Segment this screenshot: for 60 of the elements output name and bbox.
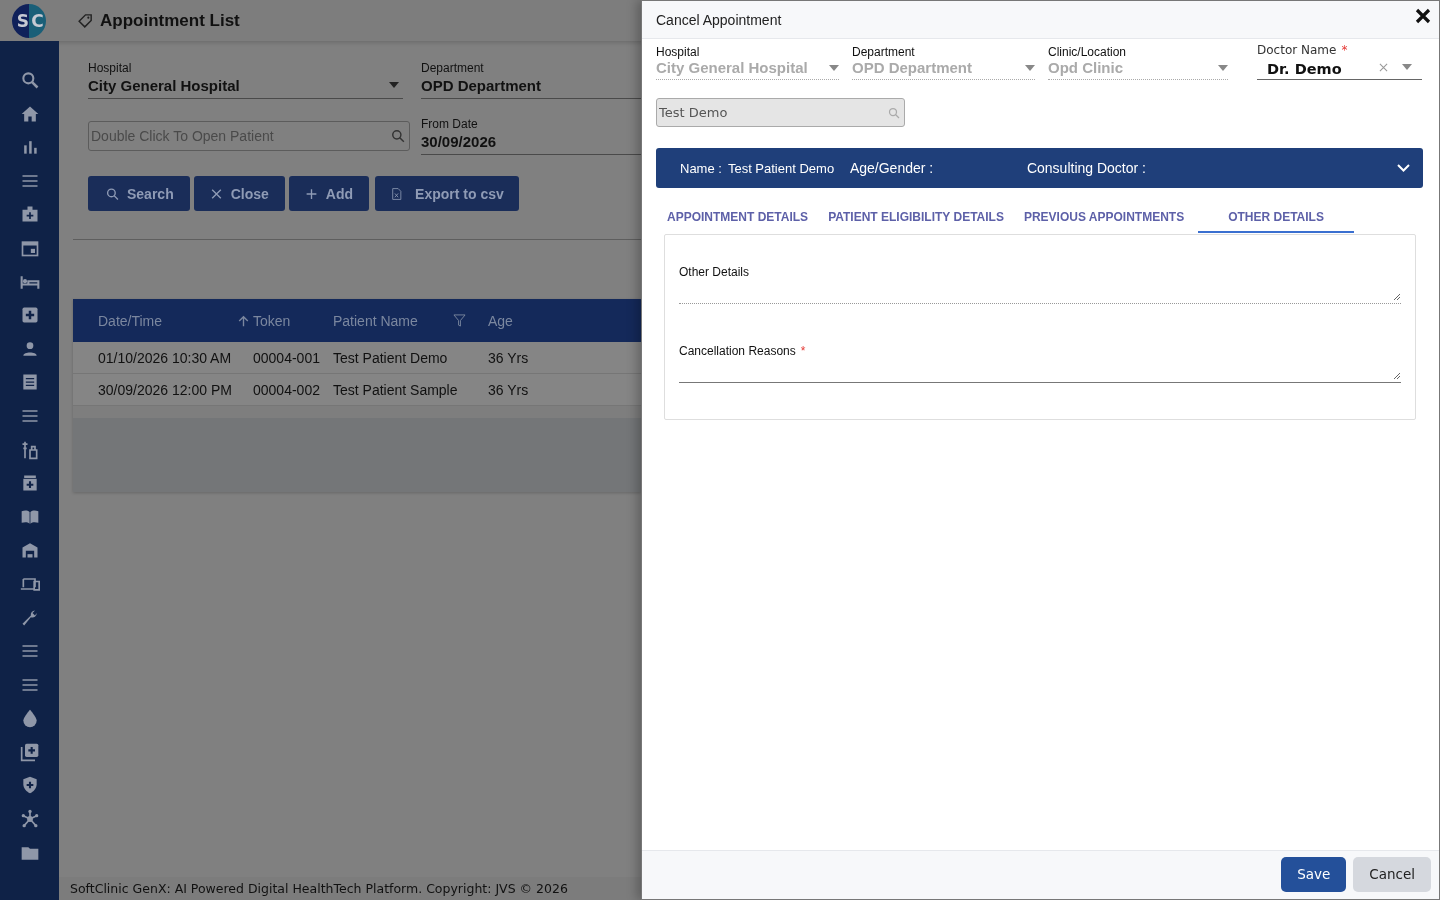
caret-icon	[829, 64, 839, 71]
save-button[interactable]: Save	[1281, 856, 1347, 892]
caret-icon	[1025, 64, 1035, 71]
close-button[interactable]: Close	[193, 176, 285, 211]
text-area[interactable]: Other Details	[679, 265, 1401, 304]
search-icon	[888, 106, 900, 119]
file-icon	[390, 186, 404, 201]
column-header[interactable]: Token	[253, 312, 291, 329]
table-cell: 36 Yrs	[488, 349, 529, 366]
tab[interactable]: PREVIOUS APPOINTMENTS	[1015, 208, 1193, 233]
age-gender-label: Age/Gender :	[849, 160, 935, 176]
caret-icon	[389, 82, 399, 88]
close-icon	[209, 186, 223, 201]
search-icon	[106, 186, 119, 201]
column-header[interactable]: Date/Time	[98, 312, 163, 329]
cancel-button[interactable]: Cancel	[1353, 856, 1431, 892]
table-row[interactable]: 01/10/2026 10:30 AM 00004-001 Test Patient Demo 36 Yrs	[73, 342, 641, 374]
patient-name-label: Name :	[680, 160, 722, 176]
search-icon[interactable]	[19, 70, 40, 90]
chevron-down-icon[interactable]	[1397, 164, 1410, 172]
tag-icon	[77, 12, 94, 29]
table-row[interactable]: 30/09/2026 12:00 PM 00004-002 Test Patient Sample 36 Yrs	[73, 374, 641, 406]
close-icon[interactable]	[1415, 7, 1431, 24]
plus-icon	[304, 186, 318, 201]
tab[interactable]: PATIENT ELIGIBILITY DETAILS	[820, 208, 1012, 233]
consulting-doctor-label: Consulting Doctor :	[1026, 160, 1147, 176]
network-icon[interactable]	[19, 809, 40, 830]
table-cell: 00004-002	[253, 381, 320, 398]
search-button[interactable]: Search	[88, 176, 190, 211]
table-cell: 00004-001	[253, 349, 320, 366]
caret-icon	[1402, 64, 1412, 70]
select-field[interactable]: Doctor Name * Dr. Demo	[1257, 45, 1422, 80]
resize-handle-icon[interactable]	[1393, 293, 1401, 301]
page-title: Appointment List	[100, 10, 240, 31]
sort-arrow-icon[interactable]	[238, 314, 249, 327]
column-header[interactable]: Patient Name	[333, 312, 418, 329]
add-stack-icon[interactable]	[19, 741, 40, 762]
patient-name: Test Patient Demo	[727, 160, 836, 176]
text-area[interactable]: Cancellation Reasons *	[679, 344, 1401, 383]
patient-search-field[interactable]: Test Demo	[656, 98, 905, 127]
logo: S C	[12, 3, 46, 38]
add-button[interactable]: Add	[288, 176, 370, 211]
resize-handle-icon[interactable]	[1393, 372, 1401, 380]
filter-icon[interactable]	[453, 314, 466, 327]
dialog-title: Cancel Appointment	[656, 11, 782, 28]
tab[interactable]: OTHER DETAILS	[1198, 208, 1354, 233]
copyright-text: SoftClinic GenX: AI Powered Digital HealthTech Platform. Copyright: JVS © 2026	[70, 881, 568, 896]
caret-icon	[1218, 64, 1228, 71]
column-header[interactable]: Age	[488, 312, 513, 329]
table-cell: Test Patient Demo	[333, 349, 448, 366]
clear-icon[interactable]	[1379, 62, 1388, 72]
search-icon	[391, 129, 405, 143]
table-cell: 30/09/2026 12:00 PM	[98, 381, 232, 398]
patient-info-bar[interactable]: Name : Test Patient Demo Age/Gender : Consulting Doctor :	[656, 148, 1423, 188]
table-cell: 36 Yrs	[488, 381, 529, 398]
table-cell: 01/10/2026 10:30 AM	[98, 349, 232, 366]
table-cell: Test Patient Sample	[333, 381, 458, 398]
hospital-select[interactable]: Hospital City General Hospital	[88, 61, 403, 99]
tab[interactable]: APPOINTMENT DETAILS	[659, 208, 817, 233]
export-button[interactable]: Export to csv	[375, 176, 519, 211]
